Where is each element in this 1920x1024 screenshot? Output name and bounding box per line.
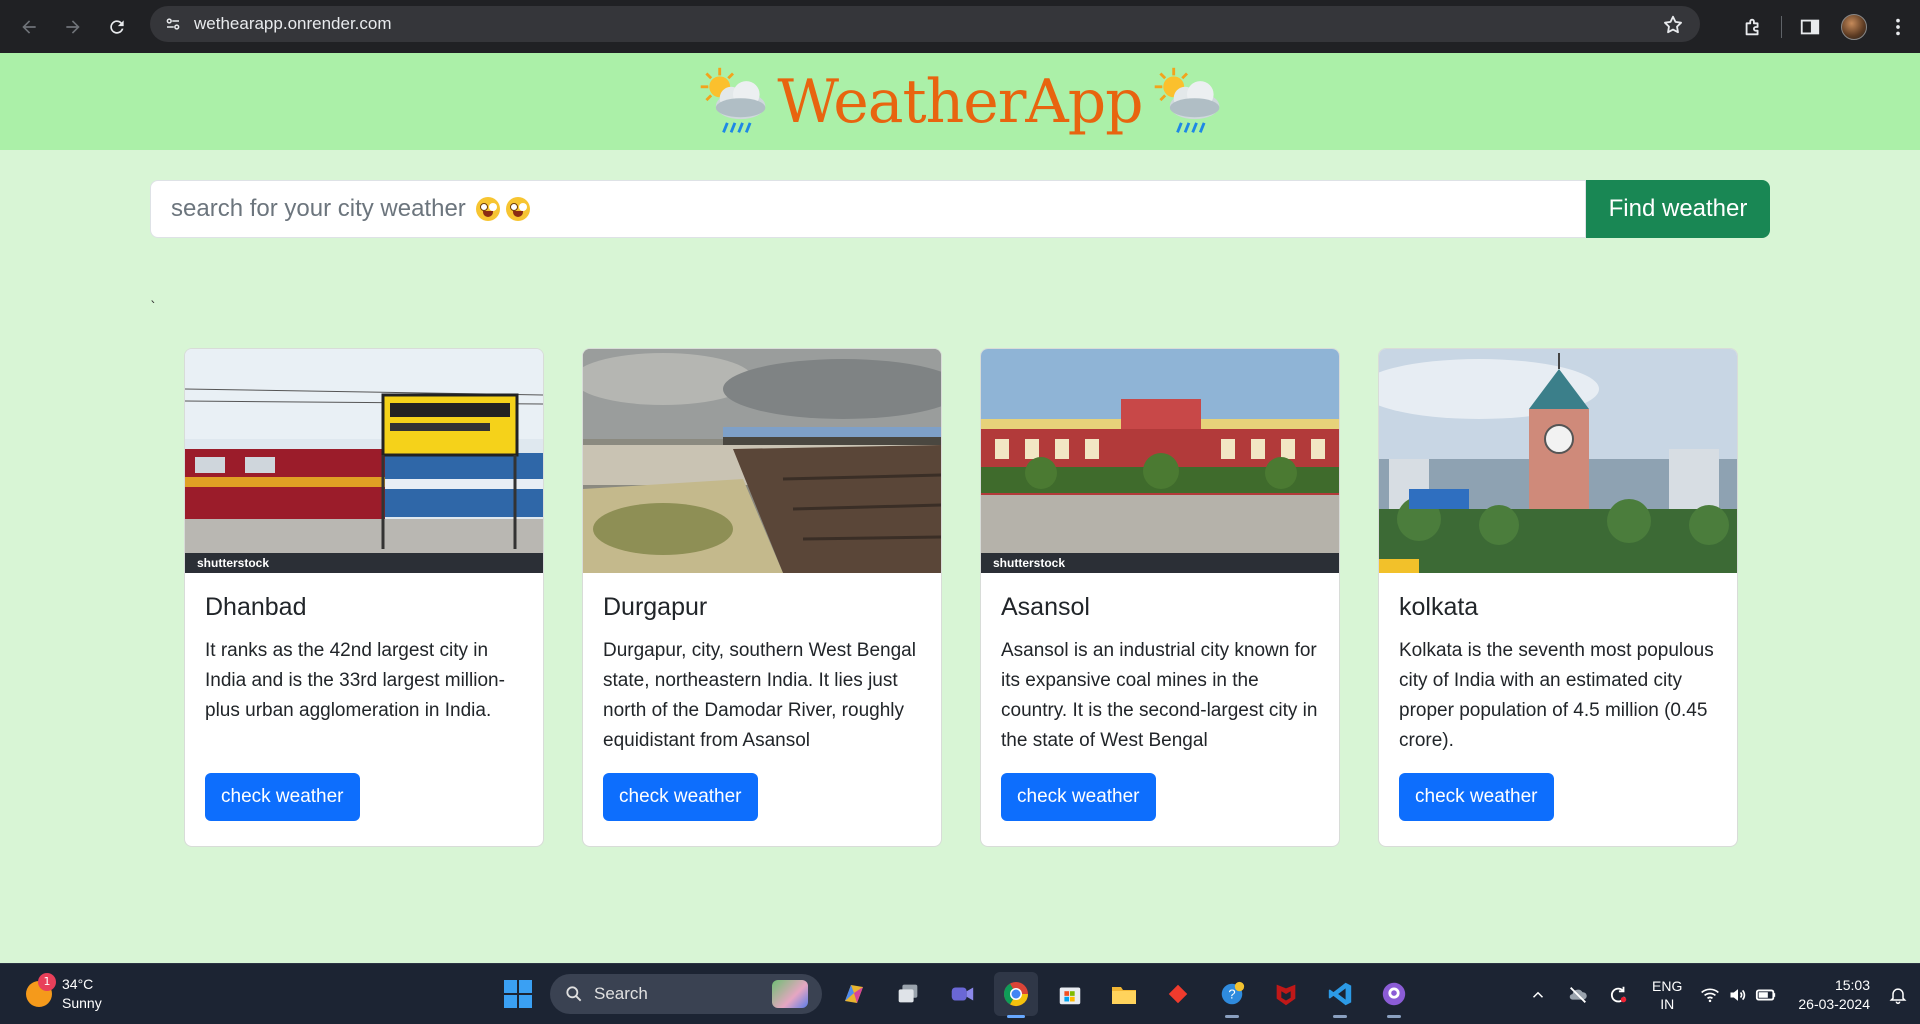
browser-toolbar: wethearapp.onrender.com — [0, 0, 1920, 53]
city-cards: shutterstock Dhanbad It ranks as the 42n… — [184, 348, 1738, 847]
address-bar[interactable]: wethearapp.onrender.com — [150, 6, 1700, 42]
copilot-icon[interactable] — [832, 972, 876, 1016]
toolbar-separator — [1781, 15, 1782, 38]
check-weather-button[interactable]: check weather — [205, 773, 360, 821]
notifications-bell-icon[interactable] — [1880, 975, 1916, 1015]
find-weather-button[interactable]: Find weather — [1586, 180, 1770, 238]
microsoft-store-icon[interactable] — [1048, 972, 1092, 1016]
check-weather-button[interactable]: check weather — [603, 773, 758, 821]
anydesk-icon[interactable] — [1156, 972, 1200, 1016]
taskbar-search[interactable]: Search — [550, 974, 822, 1014]
city-image-dhanbad: shutterstock — [185, 349, 543, 573]
city-card-durgapur: Durgapur Durgapur, city, southern West B… — [582, 348, 942, 847]
back-arrow-icon — [22, 19, 36, 34]
reload-button[interactable] — [102, 12, 132, 42]
file-explorer-icon[interactable] — [1102, 972, 1146, 1016]
card-description: It ranks as the 42nd largest city in Ind… — [205, 640, 505, 721]
system-tray: ENG IN 15:03 26-03-2024 — [1518, 964, 1920, 1024]
chevron-up-icon[interactable] — [1518, 975, 1558, 1015]
card-description: Durgapur, city, southern West Bengal sta… — [603, 640, 916, 751]
site-info-icon[interactable] — [158, 9, 188, 39]
city-image-kolkata — [1379, 349, 1737, 573]
github-desktop-icon[interactable] — [1372, 972, 1416, 1018]
city-image-durgapur — [583, 349, 941, 573]
grinning-face-icon — [475, 197, 500, 221]
search-highlight-icon — [772, 980, 808, 1008]
windows-taskbar: 1 34°C Sunny Search ? ENG IN 15:03 26-03… — [0, 963, 1920, 1024]
brand: WeatherApp — [695, 64, 1224, 140]
bookmark-star-icon[interactable] — [1662, 14, 1684, 40]
side-panel-icon[interactable] — [1788, 5, 1832, 49]
shutterstock-watermark: shutterstock — [185, 553, 543, 573]
menu-kebab-icon[interactable] — [1876, 5, 1920, 49]
sync-icon[interactable] — [1598, 975, 1638, 1015]
city-card-asansol: shutterstock Asansol Asansol is an indus… — [980, 348, 1340, 847]
language-indicator[interactable]: ENG IN — [1652, 977, 1682, 1013]
start-button[interactable] — [496, 972, 540, 1016]
card-title: kolkata — [1399, 593, 1479, 621]
help-icon[interactable]: ? — [1210, 972, 1254, 1018]
sun-behind-rain-cloud-icon — [1154, 67, 1219, 133]
vscode-icon[interactable] — [1318, 972, 1362, 1018]
card-description: Asansol is an industrial city known for … — [1001, 640, 1318, 751]
stray-backtick: ` — [150, 300, 157, 316]
reload-icon — [110, 19, 124, 34]
profile-avatar[interactable] — [1832, 5, 1876, 49]
chrome-icon[interactable] — [994, 972, 1038, 1018]
teams-meet-icon[interactable] — [940, 972, 984, 1016]
card-title: Durgapur — [603, 593, 708, 621]
forward-button[interactable] — [58, 12, 88, 42]
search-form: search for your city weather Find weathe… — [150, 180, 1770, 238]
notification-badge: 1 — [38, 973, 56, 991]
volume-icon[interactable] — [1724, 975, 1752, 1015]
clock-time: 15:03 — [1834, 976, 1870, 993]
card-title: Dhanbad — [205, 593, 307, 621]
clock-date: 26-03-2024 — [1798, 995, 1870, 1012]
svg-text:?: ? — [1228, 987, 1235, 1002]
taskbar-search-label: Search — [594, 984, 648, 1003]
search-icon — [566, 986, 582, 1002]
weather-desc: Sunny — [62, 995, 102, 1011]
card-description: Kolkata is the seventh most populous cit… — [1399, 640, 1714, 751]
city-card-kolkata: kolkata Kolkata is the seventh most popu… — [1378, 348, 1738, 847]
search-placeholder: search for your city weather — [171, 195, 466, 222]
weather-temp: 34°C — [62, 976, 94, 992]
language-code: ENG — [1652, 977, 1683, 994]
back-button[interactable] — [14, 12, 44, 42]
sun-behind-rain-cloud-icon — [701, 67, 766, 133]
app-header: WeatherApp — [0, 53, 1920, 150]
grinning-face-icon — [505, 197, 530, 221]
check-weather-button[interactable]: check weather — [1001, 773, 1156, 821]
extensions-icon[interactable] — [1731, 5, 1775, 49]
shutterstock-watermark: shutterstock — [981, 553, 1339, 573]
forward-arrow-icon — [66, 19, 80, 34]
taskbar-weather-widget[interactable]: 1 34°C Sunny — [26, 973, 102, 1013]
clock[interactable]: 15:03 26-03-2024 — [1798, 976, 1870, 1014]
url-text[interactable]: wethearapp.onrender.com — [194, 14, 392, 34]
taskbar-apps: Search ? — [496, 972, 1416, 1018]
check-weather-button[interactable]: check weather — [1399, 773, 1554, 821]
task-view-icon[interactable] — [886, 972, 930, 1016]
wifi-icon[interactable] — [1696, 975, 1724, 1015]
card-title: Asansol — [1001, 593, 1090, 621]
app-title: WeatherApp — [777, 66, 1143, 137]
battery-icon[interactable] — [1752, 975, 1780, 1015]
city-image-asansol: shutterstock — [981, 349, 1339, 573]
city-search-input[interactable]: search for your city weather — [150, 180, 1586, 238]
sunny-icon: 1 — [26, 973, 56, 1007]
onedrive-off-icon[interactable] — [1558, 975, 1598, 1015]
city-card-dhanbad: shutterstock Dhanbad It ranks as the 42n… — [184, 348, 544, 847]
region-code: IN — [1660, 995, 1675, 1012]
mcafee-icon[interactable] — [1264, 972, 1308, 1016]
